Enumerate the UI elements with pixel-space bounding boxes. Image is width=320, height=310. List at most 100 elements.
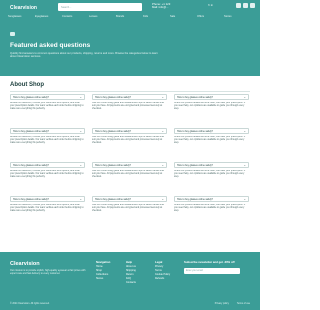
- nav-item[interactable]: Stores: [224, 13, 251, 21]
- footer-description: Our mission is to provide stylish, high-…: [10, 269, 86, 276]
- section-divider: [10, 91, 250, 92]
- cart-icon[interactable]: [250, 3, 255, 8]
- footer-brand[interactable]: Clearvision: [10, 261, 40, 267]
- nav-item[interactable]: Kids: [143, 13, 170, 21]
- nav-item[interactable]: Brands: [116, 13, 143, 21]
- faq-item: How to buy glasses online safely? ⌄ Browse…: [10, 196, 85, 226]
- nav-item[interactable]: Sunglasses: [8, 13, 35, 21]
- faq-question: How to buy glasses online safely?: [13, 129, 50, 133]
- chevron-down-icon: ⌄: [79, 94, 82, 99]
- nav-item[interactable]: Sale: [170, 13, 197, 21]
- faq-question-toggle[interactable]: How to buy glasses online safely? ⌄: [10, 128, 85, 134]
- faq-question-toggle[interactable]: How to buy glasses online safely? ⌄: [92, 94, 167, 100]
- newsletter: Subscribe newsletter and get -20% off En…: [184, 260, 252, 274]
- chevron-down-icon: ⌄: [161, 162, 164, 167]
- faq-question-toggle[interactable]: How to buy glasses online safely? ⌄: [92, 162, 167, 168]
- faq-question-toggle[interactable]: How to buy glasses online safely? ⌄: [92, 196, 167, 202]
- page-subtitle: Quickly find answers to common questions…: [10, 52, 158, 59]
- faq-item: How to buy glasses online safely? ⌄ Use ou…: [92, 128, 167, 158]
- faq-question: How to buy glasses online safely?: [13, 197, 50, 201]
- faq-question: How to buy glasses online safely?: [95, 197, 132, 201]
- chevron-down-icon: ⌄: [79, 128, 82, 133]
- faq-answer: Browse our selection, choose your frame …: [10, 102, 84, 110]
- copyright: © 2024 Clearvision. All rights reserved.: [10, 303, 50, 305]
- faq-question-toggle[interactable]: How to buy glasses online safely? ⌄: [10, 162, 85, 168]
- footer-heading: Legal: [155, 260, 163, 264]
- footer-legal-links: Privacy policy Terms of use: [215, 303, 250, 305]
- faq-item: How to buy glasses online safely? ⌄ Browse…: [10, 94, 85, 124]
- newsletter-email-input[interactable]: Enter your email: [184, 268, 240, 274]
- terms-link[interactable]: Terms of use: [237, 303, 250, 305]
- faq-answer: Browse our selection, choose your frame …: [10, 136, 84, 144]
- faq-answer: Check the product details and size chart…: [174, 204, 246, 212]
- faq-question-toggle[interactable]: How to buy glasses online safely? ⌄: [174, 196, 249, 202]
- faq-item: How to buy glasses online safely? ⌄ Use ou…: [92, 196, 167, 226]
- chevron-down-icon: ⌄: [161, 128, 164, 133]
- section-title: About Shop: [10, 82, 44, 88]
- nav-item[interactable]: Lenses: [89, 13, 116, 21]
- main-nav: Sunglasses Eyeglasses Contacts Lenses Br…: [0, 13, 260, 21]
- faq-row: How to buy glasses online safely? ⌄ Browse…: [10, 94, 250, 124]
- faq-item: How to buy glasses online safely? ⌄ Use ou…: [92, 162, 167, 192]
- faq-question: How to buy glasses online safely?: [95, 163, 132, 167]
- faq-question: How to buy glasses online safely?: [95, 95, 132, 99]
- faq-question-toggle[interactable]: How to buy glasses online safely? ⌄: [92, 128, 167, 134]
- faq-item: How to buy glasses online safely? ⌄ Browse…: [10, 162, 85, 192]
- faq-item: How to buy glasses online safely? ⌄ Check …: [174, 128, 249, 158]
- faq-row: How to buy glasses online safely? ⌄ Browse…: [10, 128, 250, 158]
- faq-row: How to buy glasses online safely? ⌄ Browse…: [10, 196, 250, 226]
- footer-bottom: © 2024 Clearvision. All rights reserved.…: [10, 303, 250, 305]
- footer-link[interactable]: Stores: [96, 277, 110, 281]
- faq-item: How to buy glasses online safely? ⌄ Check …: [174, 196, 249, 226]
- faq-answer: Use our online fitting guide and measure…: [92, 136, 164, 144]
- footer-col-navigation: Navigation Home Shop Collections Stores: [96, 260, 110, 281]
- faq-question: How to buy glasses online safely?: [177, 95, 214, 99]
- newsletter-heading: Subscribe newsletter and get -20% off: [184, 260, 235, 264]
- nav-item[interactable]: Contacts: [62, 13, 89, 21]
- contact-info: Phone: +1 123 Mail: info@...: [152, 2, 170, 10]
- footer-link[interactable]: Contacts: [126, 281, 136, 285]
- nav-item[interactable]: Eyeglasses: [35, 13, 62, 21]
- faq-question: How to buy glasses online safely?: [95, 129, 132, 133]
- faq-question: How to buy glasses online safely?: [13, 95, 50, 99]
- faq-question: How to buy glasses online safely?: [177, 163, 214, 167]
- faq-answer: Check the product details and size chart…: [174, 102, 246, 110]
- faq-question: How to buy glasses online safely?: [177, 197, 214, 201]
- header: Clearvision Search... Phone: +1 123 Mail…: [0, 0, 260, 76]
- faq-question-toggle[interactable]: How to buy glasses online safely? ⌄: [10, 196, 85, 202]
- mail-text: Mail: info@...: [152, 5, 169, 10]
- faq-grid: How to buy glasses online safely? ⌄ Browse…: [10, 94, 250, 230]
- faq-answer: Browse our selection, choose your frame …: [10, 204, 84, 212]
- wishlist-icon[interactable]: [243, 3, 248, 8]
- footer-col-help: Help About us Shipping Return FAQ Contac…: [126, 260, 136, 285]
- faq-row: How to buy glasses online safely? ⌄ Browse…: [10, 162, 250, 192]
- faq-question-toggle[interactable]: How to buy glasses online safely? ⌄: [174, 94, 249, 100]
- footer: Clearvision Our mission is to provide st…: [0, 252, 260, 310]
- faq-question-toggle[interactable]: How to buy glasses online safely? ⌄: [10, 94, 85, 100]
- back-button[interactable]: [10, 32, 15, 36]
- faq-item: How to buy glasses online safely? ⌄ Browse…: [10, 128, 85, 158]
- account-icon[interactable]: [236, 3, 241, 8]
- faq-item: How to buy glasses online safely? ⌄ Use ou…: [92, 94, 167, 124]
- nav-item[interactable]: Offers: [197, 13, 224, 21]
- faq-item: How to buy glasses online safely? ⌄ Check …: [174, 162, 249, 192]
- faq-question-toggle[interactable]: How to buy glasses online safely? ⌄: [174, 128, 249, 134]
- chevron-down-icon: ⌄: [243, 196, 246, 201]
- header-icons: [236, 3, 255, 8]
- privacy-link[interactable]: Privacy policy: [215, 303, 229, 305]
- footer-link[interactable]: Refunds: [155, 277, 170, 281]
- faq-question-toggle[interactable]: How to buy glasses online safely? ⌄: [174, 162, 249, 168]
- chevron-down-icon: ⌄: [243, 94, 246, 99]
- faq-answer: Browse our selection, choose your frame …: [10, 170, 84, 178]
- footer-heading: Navigation: [96, 260, 111, 264]
- chevron-down-icon: ⌄: [79, 162, 82, 167]
- social-links[interactable]: f t in: [208, 4, 213, 7]
- brand-logo[interactable]: Clearvision: [10, 5, 37, 11]
- page-title: Featured asked questions: [10, 42, 91, 49]
- faq-answer: Use our online fitting guide and measure…: [92, 204, 164, 212]
- search-input[interactable]: Search...: [58, 3, 142, 11]
- faq-question: How to buy glasses online safely?: [177, 129, 214, 133]
- faq-question: How to buy glasses online safely?: [13, 163, 50, 167]
- chevron-down-icon: ⌄: [79, 196, 82, 201]
- chevron-down-icon: ⌄: [161, 196, 164, 201]
